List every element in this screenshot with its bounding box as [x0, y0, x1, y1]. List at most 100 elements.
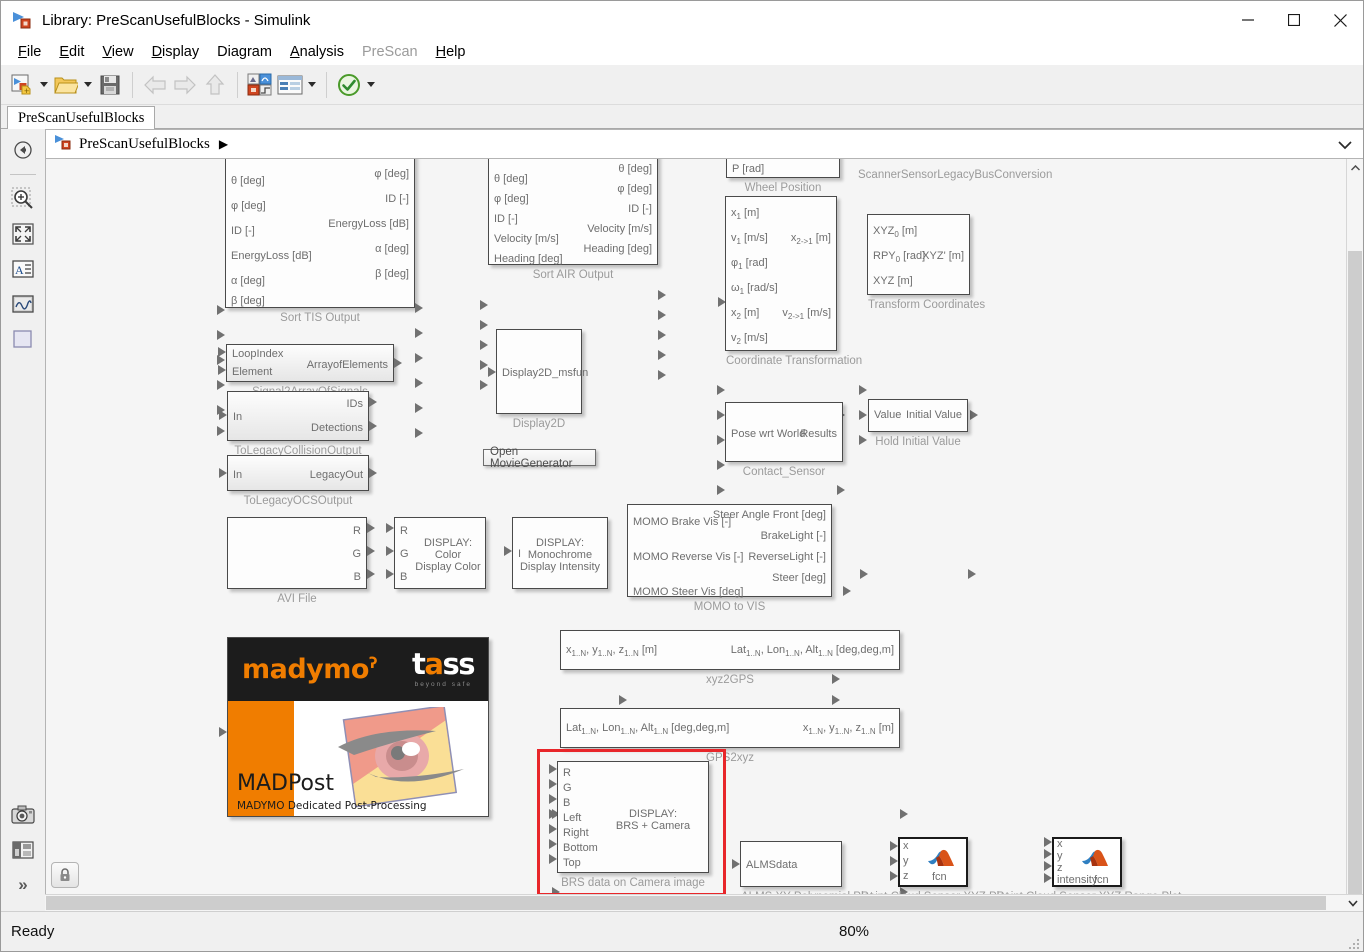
model-browser-icon[interactable]: [8, 835, 38, 865]
block-prescan-to-madymo-madpost[interactable]: madymoʔ tass beyond safe MADPost MADYMO …: [227, 637, 489, 817]
open-button[interactable]: [51, 70, 81, 100]
input-port[interactable]: [717, 485, 725, 495]
input-port[interactable]: [549, 854, 557, 864]
minimize-button[interactable]: [1225, 1, 1271, 39]
output-port[interactable]: [658, 330, 666, 340]
block-alms-xy-polynomial-plot[interactable]: ALMSdata ALMS XY Polynomial Plot: [740, 841, 873, 894]
input-port[interactable]: [890, 871, 898, 881]
block-point-cloud-sensor-xyz-range-plot[interactable]: x y z intensity fcn Point Cloud Sensor X…: [997, 837, 1181, 894]
output-port[interactable]: [658, 350, 666, 360]
output-port[interactable]: [415, 403, 423, 413]
new-model-button[interactable]: +: [7, 70, 37, 100]
menu-analysis[interactable]: Analysis: [281, 42, 353, 62]
output-port[interactable]: [658, 290, 666, 300]
input-port[interactable]: [1044, 849, 1052, 859]
input-port[interactable]: [859, 435, 867, 445]
block-gps2xyz[interactable]: Lat1..N, Lon1..N, Alt1..N [deg,deg,m] x1…: [560, 708, 900, 764]
snapshot-camera-icon[interactable]: [8, 800, 38, 830]
forward-button[interactable]: [170, 70, 200, 100]
block-momo-to-vis[interactable]: MOMO Brake Vis [-] MOMO Reverse Vis [-] …: [627, 504, 832, 613]
input-port[interactable]: [732, 859, 740, 869]
block-hold-initial-value[interactable]: Value Initial Value Hold Initial Value: [868, 399, 968, 448]
input-port[interactable]: [549, 824, 557, 834]
menu-display[interactable]: Display: [143, 42, 209, 62]
resize-grip[interactable]: [1349, 937, 1360, 949]
block-point-cloud-sensor-xyz-plot[interactable]: x y z fcn Point Cloud Sensor XYZ Plot: [861, 837, 1009, 894]
output-port[interactable]: [369, 421, 377, 431]
vertical-scroll-track[interactable]: [1347, 176, 1363, 894]
input-port[interactable]: [217, 330, 225, 340]
menu-help[interactable]: Help: [427, 42, 475, 62]
input-port[interactable]: [480, 320, 488, 330]
output-port[interactable]: [415, 303, 423, 313]
input-port[interactable]: [217, 426, 225, 436]
model-explorer-button[interactable]: [275, 70, 305, 100]
vertical-scrollbar[interactable]: [1346, 159, 1363, 894]
output-port[interactable]: [843, 586, 851, 596]
block-signal2arrayofsignals[interactable]: LoopIndex Element ArrayofElements Signal…: [226, 344, 394, 398]
block-tolegacyocsoutput[interactable]: In LegacyOut ToLegacyOCSOutput: [227, 455, 369, 507]
input-port[interactable]: [890, 856, 898, 866]
input-port[interactable]: [549, 809, 557, 819]
menu-diagram[interactable]: Diagram: [208, 42, 281, 62]
output-port[interactable]: [837, 485, 845, 495]
output-port[interactable]: [415, 428, 423, 438]
block-sort-tis-output[interactable]: θ [deg] φ [deg] ID [-] EnergyLoss [dB] α…: [225, 159, 415, 324]
back-button[interactable]: [140, 70, 170, 100]
close-button[interactable]: [1317, 1, 1363, 39]
input-port[interactable]: [386, 523, 394, 533]
maximize-button[interactable]: [1271, 1, 1317, 39]
input-port[interactable]: [859, 385, 867, 395]
menu-edit[interactable]: Edit: [50, 42, 93, 62]
block-contact-sensor[interactable]: Pose wrt World Results Contact_Sensor: [725, 402, 843, 478]
breadcrumb-inner[interactable]: PreScanUsefulBlocks ▶: [46, 134, 228, 155]
input-port[interactable]: [488, 367, 496, 377]
block-xyz2gps[interactable]: x1..N, y1..N, z1..N [m] Lat1..N, Lon1..N…: [560, 630, 900, 686]
block-avi-file[interactable]: R G B AVI File: [227, 517, 367, 605]
input-port[interactable]: [549, 779, 557, 789]
input-port[interactable]: [386, 546, 394, 556]
update-model-button[interactable]: [334, 70, 364, 100]
input-port[interactable]: [480, 360, 488, 370]
input-port[interactable]: [549, 839, 557, 849]
output-port[interactable]: [900, 809, 908, 819]
input-port[interactable]: [890, 841, 898, 851]
up-button[interactable]: [200, 70, 230, 100]
block-sort-air-output[interactable]: θ [deg] φ [deg] ID [-] Velocity [m/s] He…: [488, 159, 658, 281]
input-port[interactable]: [619, 695, 627, 705]
input-port[interactable]: [219, 468, 227, 478]
input-port[interactable]: [717, 385, 725, 395]
open-dropdown[interactable]: [81, 70, 95, 100]
library-lock-button[interactable]: [51, 862, 79, 888]
navigate-back-icon[interactable]: [8, 135, 38, 165]
block-tolegacycollisionoutput[interactable]: In IDs Detections ToLegacyCollisionOutpu…: [227, 391, 369, 457]
menu-view[interactable]: View: [93, 42, 142, 62]
output-port[interactable]: [968, 569, 976, 579]
input-port[interactable]: [386, 569, 394, 579]
input-port[interactable]: [217, 305, 225, 315]
output-port[interactable]: [369, 468, 377, 478]
update-model-dropdown[interactable]: [364, 70, 378, 100]
menu-file[interactable]: File: [9, 42, 50, 62]
menu-prescan[interactable]: PreScan: [353, 42, 427, 62]
input-port[interactable]: [717, 410, 725, 420]
block-display2d[interactable]: Display2D_msfun Display2D: [496, 329, 588, 430]
block-display-monochrome[interactable]: I DISPLAY: Monochrome Display Intensity: [512, 517, 608, 589]
output-port[interactable]: [970, 410, 978, 420]
output-port[interactable]: [415, 378, 423, 388]
input-port[interactable]: [504, 546, 512, 556]
input-port[interactable]: [217, 380, 225, 390]
output-port[interactable]: [658, 370, 666, 380]
vertical-scroll-thumb[interactable]: [1348, 251, 1362, 894]
output-port[interactable]: [367, 569, 375, 579]
output-port[interactable]: [394, 358, 402, 368]
fit-to-view-icon[interactable]: [8, 219, 38, 249]
horizontal-scrollbar[interactable]: [45, 894, 1363, 911]
output-port[interactable]: [367, 546, 375, 556]
zoom-in-icon[interactable]: [8, 184, 38, 214]
scroll-up-arrow[interactable]: [1347, 159, 1363, 176]
input-port[interactable]: [219, 727, 227, 737]
input-port[interactable]: [219, 410, 227, 420]
block-coordinate-transformation[interactable]: x1 [m] v1 [m/s] φ1 [rad] ω1 [rad/s] x2 […: [725, 196, 862, 367]
library-browser-button[interactable]: [245, 70, 275, 100]
